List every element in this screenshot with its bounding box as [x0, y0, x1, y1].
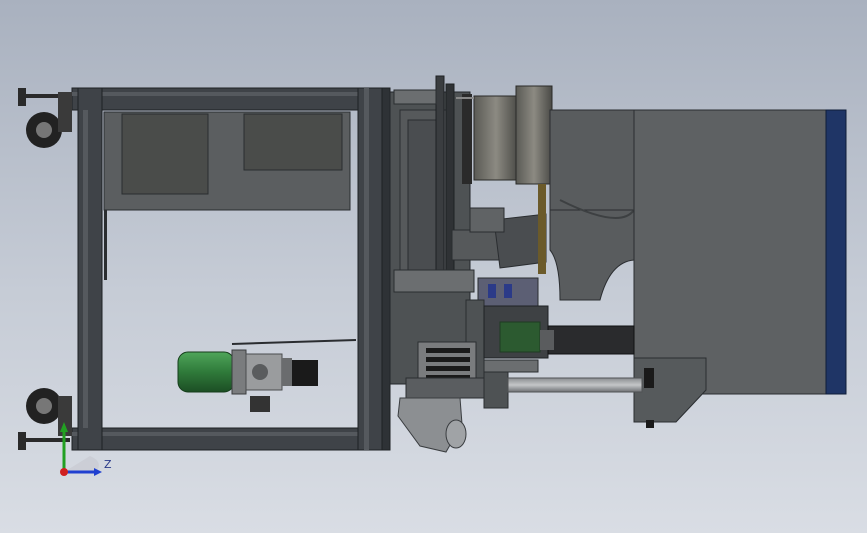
control-panel — [103, 111, 351, 280]
spring-assembly — [405, 341, 487, 399]
discharge-chute — [397, 397, 467, 453]
z-axis-label: Z — [104, 458, 112, 471]
caster-wheel-icon — [18, 88, 72, 148]
drum-roller — [456, 85, 553, 185]
drive-motor — [177, 339, 357, 412]
cad-viewport[interactable]: Z — [0, 0, 867, 533]
guide-shaft — [483, 359, 643, 409]
